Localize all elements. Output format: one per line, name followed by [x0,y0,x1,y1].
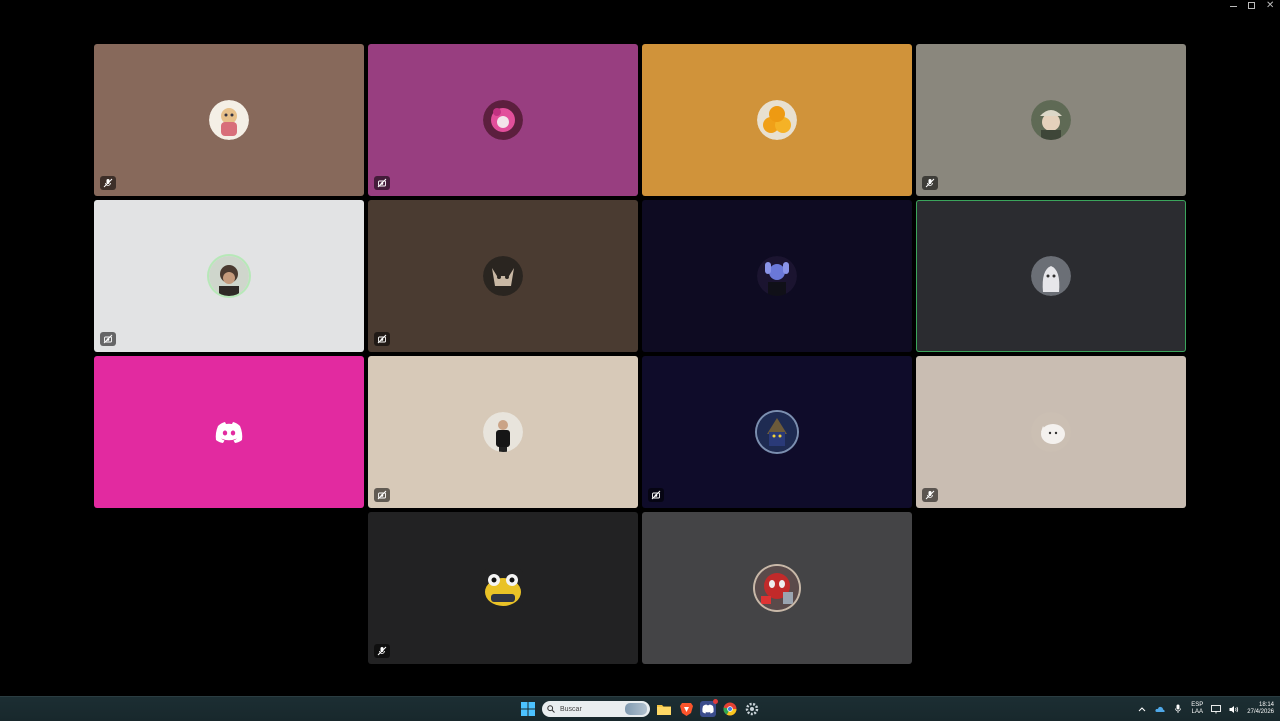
mic-muted-icon [377,646,387,656]
participant-tile[interactable] [368,44,638,196]
settings-gear-icon[interactable] [744,701,760,717]
chevron-up-icon[interactable] [1137,704,1147,714]
system-clock[interactable]: 18:14 27/4/2026 [1247,702,1274,716]
camera-off-badge [374,176,390,190]
mic-muted-badge [100,176,116,190]
search-placeholder: Buscar [560,705,582,713]
yellow-frog-avatar [483,568,523,608]
microphone-icon[interactable] [1173,704,1183,714]
keyboard-layout: LAA [1191,709,1203,715]
mic-muted-badge [922,488,938,502]
spiderman-avatar [755,566,799,610]
participant-tile[interactable] [916,356,1186,508]
minimize-button[interactable] [1230,2,1238,10]
participant-tile[interactable] [368,512,638,664]
file-explorer-icon[interactable] [656,701,672,717]
volume-icon[interactable] [1229,704,1239,714]
language-indicator[interactable]: ESP LAA [1191,702,1203,716]
chrome-icon[interactable] [722,701,738,717]
taskbar-pinned: Buscar [520,699,760,719]
camera-off-icon [103,334,113,344]
mic-muted-icon [925,178,935,188]
system-tray: ESP LAA 18:14 27/4/2026 [1137,699,1274,719]
clock-time: 18:14 [1258,702,1274,708]
windows-start-icon[interactable] [520,701,536,717]
camera-off-badge [374,332,390,346]
pink-character-avatar [483,100,523,140]
voice-call-grid [0,12,1280,696]
discord-logo-avatar [209,412,249,452]
mic-muted-icon [103,178,113,188]
ghost-figure-avatar [1031,256,1071,296]
participant-tile[interactable] [642,512,912,664]
mic-muted-icon [925,490,935,500]
man-with-cap-avatar [1031,100,1071,140]
clock-date: 27/4/2026 [1247,709,1274,715]
window-controls: ✕ [1230,0,1274,12]
white-cat-avatar [1031,412,1071,452]
participant-tile[interactable] [94,356,364,508]
search-icon [547,705,555,713]
participant-tile[interactable] [368,200,638,352]
camera-off-icon [377,490,387,500]
discord-icon[interactable] [700,699,718,717]
close-button[interactable]: ✕ [1266,1,1274,11]
camera-off-icon [377,334,387,344]
onedrive-cloud-icon[interactable] [1155,704,1165,714]
search-highlight-image [625,703,647,715]
camera-off-icon [651,490,661,500]
taskbar: Buscar ESP LAA 18:14 27/4/2026 [0,696,1280,721]
language-code: ESP [1191,702,1204,708]
black-mage-avatar [757,412,797,452]
brave-browser-icon[interactable] [678,701,694,717]
camera-off-badge [374,488,390,502]
mic-muted-badge [374,644,390,658]
camera-off-icon [377,178,387,188]
network-monitor-icon[interactable] [1211,704,1222,714]
participant-tile[interactable] [368,356,638,508]
participant-tile[interactable] [916,44,1186,196]
oranges-avatar [757,100,797,140]
mic-muted-badge [922,176,938,190]
notification-dot [713,699,718,704]
title-bar: ✕ [0,0,1280,12]
participant-tile[interactable] [642,200,912,352]
participant-tile[interactable] [642,356,912,508]
participant-tile[interactable] [94,200,364,352]
anime-character-avatar [209,100,249,140]
man-in-black-avatar [483,412,523,452]
blue-hands-avatar [757,256,797,296]
participant-tile[interactable] [916,200,1186,352]
maximize-button[interactable] [1248,2,1256,10]
camera-off-badge [648,488,664,502]
participant-tile[interactable] [94,44,364,196]
camera-off-badge [100,332,116,346]
cat-avatar [483,256,523,296]
participant-tile[interactable] [642,44,912,196]
person-photo-avatar [209,256,249,296]
taskbar-search-box[interactable]: Buscar [542,701,650,717]
